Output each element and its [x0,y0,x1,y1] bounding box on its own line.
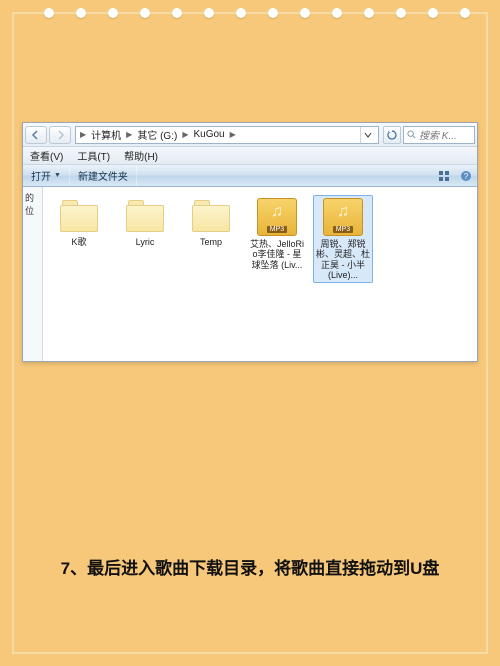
explorer-body: 的位 K歌 Lyric Temp [23,187,477,361]
mp3-file-item[interactable]: ♫ MP3 周锐、郑锐彬、灵超、杜正昊 - 小半 (Live)... [313,195,373,283]
refresh-icon [387,130,397,140]
nav-forward-button[interactable] [49,126,71,144]
chevron-right-icon: ▶ [230,130,236,139]
file-list[interactable]: K歌 Lyric Temp ♫ MP3 [43,187,477,361]
file-explorer-window: ▶ 计算机 ▶ 其它 (G:) ▶ KuGou ▶ [22,122,478,362]
command-bar: 打开 ▼ 新建文件夹 ? [23,165,477,187]
address-row: ▶ 计算机 ▶ 其它 (G:) ▶ KuGou ▶ [23,123,477,147]
item-label: 周锐、郑锐彬、灵超、杜正昊 - 小半 (Live)... [316,239,370,280]
item-label: K歌 [71,237,86,247]
breadcrumb-segment[interactable]: 计算机 [88,127,124,142]
chevron-right-icon: ▶ [126,130,132,139]
arrow-left-icon [31,130,41,140]
item-label: Temp [200,237,222,247]
folder-icon [124,198,166,234]
open-button[interactable]: 打开 ▼ [23,165,70,186]
breadcrumb[interactable]: ▶ 计算机 ▶ 其它 (G:) ▶ KuGou ▶ [75,126,379,144]
search-placeholder: 搜索 K... [419,127,457,142]
chevron-right-icon: ▶ [80,130,86,139]
menu-tools[interactable]: 工具(T) [70,148,117,163]
music-note-icon: ♫ [337,203,349,221]
menubar: 查看(V) 工具(T) 帮助(H) [23,147,477,165]
menu-view[interactable]: 查看(V) [23,148,70,163]
chevron-right-icon: ▶ [182,130,188,139]
folder-item[interactable]: Lyric [115,195,175,250]
help-icon: ? [460,170,472,182]
step-caption: 7、最后进入歌曲下载目录，将歌曲直接拖动到U盘 [14,554,486,579]
folder-icon [190,198,232,234]
music-note-icon: ♫ [271,203,283,221]
view-options-button[interactable] [433,170,455,182]
new-folder-button[interactable]: 新建文件夹 [70,165,137,186]
menu-help[interactable]: 帮助(H) [117,148,165,163]
mp3-icon: ♫ MP3 [323,198,363,236]
mp3-badge: MP3 [267,226,287,233]
chevron-down-icon [364,131,372,139]
mp3-badge: MP3 [333,226,353,233]
item-label: Lyric [136,237,155,247]
svg-text:?: ? [464,172,469,181]
nav-pane-label: 的位 [25,191,40,217]
breadcrumb-segment[interactable]: KuGou [190,129,227,140]
breadcrumb-segment[interactable]: 其它 (G:) [134,127,180,142]
chevron-down-icon: ▼ [54,172,61,179]
search-icon [407,130,416,139]
new-folder-label: 新建文件夹 [78,168,128,183]
mp3-file-item[interactable]: ♫ MP3 艾热、JelloRio李佳隆 - 星球坠落 (Liv... [247,195,307,273]
nav-back-button[interactable] [25,126,47,144]
help-button[interactable]: ? [455,170,477,182]
breadcrumb-dropdown[interactable] [360,127,374,143]
mp3-icon: ♫ MP3 [257,198,297,236]
view-icon [438,170,450,182]
item-label: 艾热、JelloRio李佳隆 - 星球坠落 (Liv... [250,239,304,270]
arrow-right-icon [55,130,65,140]
refresh-button[interactable] [383,126,401,144]
open-button-label: 打开 [31,168,51,183]
spiral-perforation [14,8,486,18]
search-input[interactable]: 搜索 K... [403,126,475,144]
folder-icon [58,198,100,234]
nav-pane[interactable]: 的位 [23,187,43,361]
folder-item[interactable]: Temp [181,195,241,250]
folder-item[interactable]: K歌 [49,195,109,250]
